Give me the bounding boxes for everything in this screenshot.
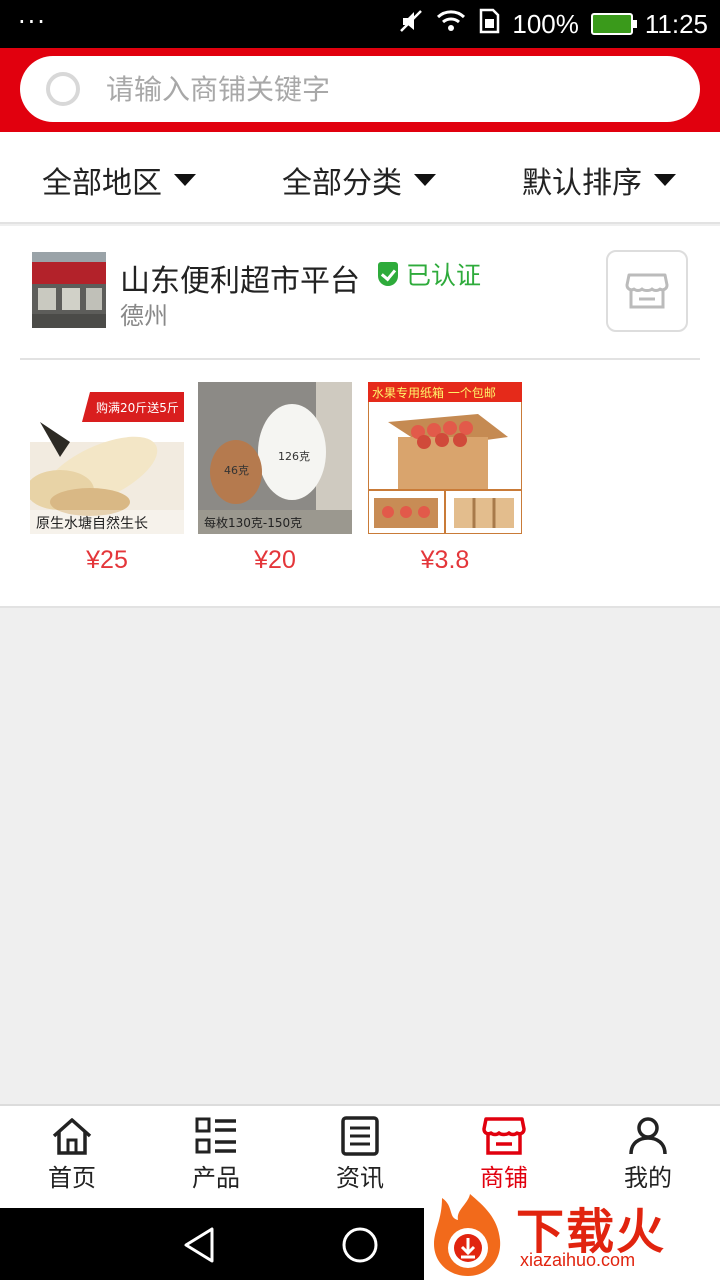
nav-label: 产品: [192, 1164, 240, 1192]
nav-label: 资讯: [336, 1164, 384, 1192]
caret-down-icon: [174, 174, 196, 186]
news-icon: [341, 1116, 379, 1156]
product-badge-text: 购满20斤送5斤: [96, 400, 179, 415]
list-icon: [195, 1117, 236, 1154]
shop-card[interactable]: 山东便利超市平台 已认证 德州 购满20斤送5斤 原生水塘自然生长 ¥25 12…: [0, 226, 720, 608]
mute-icon: [398, 8, 424, 41]
filter-label: 默认排序: [522, 166, 642, 201]
filter-label: 全部地区: [42, 166, 162, 201]
nav-news[interactable]: 资讯: [288, 1116, 432, 1193]
product-image-text: 原生水塘自然生长: [36, 515, 148, 532]
product-price: ¥25: [86, 546, 128, 574]
product-item[interactable]: 126克 46克 每枚130克-150克 ¥20: [198, 382, 352, 575]
status-bar: ··· 100% 11:25: [0, 0, 720, 48]
product-image-text: 每枚130克-150克: [204, 515, 302, 530]
home-circle-icon[interactable]: [340, 1226, 380, 1264]
flame-logo-icon: [434, 1194, 501, 1276]
search-input[interactable]: [106, 72, 646, 106]
verified-badge: 已认证: [378, 256, 481, 292]
verified-label: 已认证: [406, 261, 482, 290]
search-box[interactable]: [20, 56, 700, 122]
caret-down-icon: [414, 174, 436, 186]
product-image[interactable]: 126克 46克 每枚130克-150克: [198, 382, 352, 534]
enter-store-button[interactable]: [606, 250, 688, 332]
filter-label: 全部分类: [282, 166, 402, 201]
filter-category[interactable]: 全部分类: [282, 158, 436, 202]
back-icon[interactable]: [180, 1226, 220, 1264]
shop-city: 德州: [120, 302, 168, 330]
divider: [20, 358, 700, 360]
product-image[interactable]: 水果专用纸箱 一个包邮: [368, 382, 522, 534]
clock: 11:25: [644, 8, 708, 39]
nav-shops[interactable]: 商铺: [432, 1116, 576, 1193]
filter-sort[interactable]: 默认排序: [522, 158, 676, 202]
home-icon: [52, 1118, 92, 1155]
battery-percent: 100%: [512, 8, 579, 39]
caret-down-icon: [654, 174, 676, 186]
shop-thumbnail[interactable]: [32, 252, 106, 328]
product-image[interactable]: 购满20斤送5斤 原生水塘自然生长: [30, 382, 184, 534]
product-item[interactable]: 购满20斤送5斤 原生水塘自然生长 ¥25: [30, 382, 184, 575]
product-item[interactable]: 水果专用纸箱 一个包邮 ¥3.8: [368, 382, 522, 575]
watermark-url: xiazaihuo.com: [520, 1250, 636, 1270]
nav-home[interactable]: 首页: [0, 1116, 144, 1193]
shield-check-icon: [378, 262, 398, 286]
search-header: [0, 48, 720, 132]
filter-region[interactable]: 全部地区: [42, 158, 196, 202]
notification-dots-icon: ···: [18, 8, 47, 36]
product-price: ¥3.8: [420, 546, 470, 574]
nav-mine[interactable]: 我的: [576, 1116, 720, 1193]
store-icon: [482, 1117, 526, 1155]
shop-name[interactable]: 山东便利超市平台: [120, 256, 360, 300]
sim-icon: [478, 8, 500, 41]
user-icon: [629, 1117, 667, 1155]
nav-products[interactable]: 产品: [144, 1116, 288, 1193]
nav-label: 首页: [48, 1164, 96, 1192]
svg-text:126克: 126克: [278, 450, 310, 463]
product-price: ¥20: [254, 546, 296, 574]
filter-bar: 全部地区 全部分类 默认排序: [0, 132, 720, 224]
product-image-text: 水果专用纸箱 一个包邮: [372, 385, 496, 400]
svg-text:46克: 46克: [224, 464, 249, 477]
wifi-icon: [436, 8, 466, 41]
battery-icon: [590, 13, 637, 35]
watermark: 下载火 xiazaihuo.com: [424, 1188, 720, 1280]
storefront-icon: [625, 273, 669, 309]
search-icon: [46, 72, 80, 106]
